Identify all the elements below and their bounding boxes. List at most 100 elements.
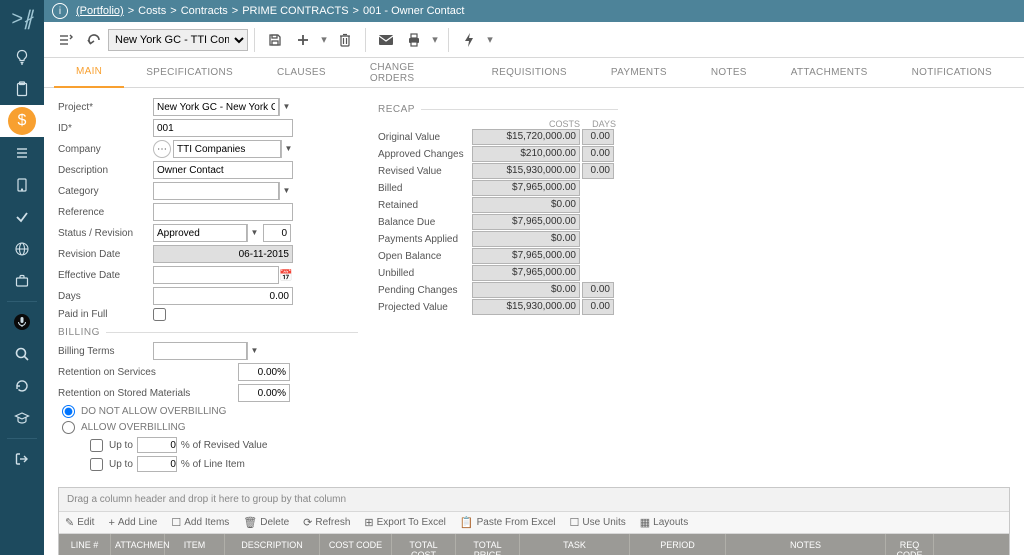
col-period[interactable]: PERIOD — [630, 534, 726, 555]
print-dropdown-icon[interactable]: ▾ — [428, 27, 442, 53]
company-lookup-icon[interactable]: ⋯ — [153, 140, 171, 158]
col-totalcost[interactable]: TOTAL COST — [392, 534, 456, 555]
grid-delete-button[interactable]: 🗑Delete — [243, 516, 289, 529]
no-overbill-radio[interactable] — [62, 405, 75, 418]
col-costcode[interactable]: COST CODE — [320, 534, 392, 555]
undo-icon[interactable] — [80, 27, 108, 53]
print-icon[interactable] — [400, 27, 428, 53]
nav-check-icon[interactable] — [0, 201, 44, 233]
retserv-field[interactable] — [238, 363, 290, 381]
retmat-field[interactable] — [238, 384, 290, 402]
nav-globe-icon[interactable] — [0, 233, 44, 265]
grid-edit-button[interactable]: ✎Edit — [65, 516, 94, 529]
col-reqcode[interactable]: REQ CODE — [886, 534, 934, 555]
nav-costs-icon[interactable]: $ — [0, 105, 44, 137]
id-field[interactable] — [153, 119, 293, 137]
retserv-label: Retention on Services — [58, 367, 238, 378]
line-items-grid: Drag a column header and drop it here to… — [58, 487, 1010, 555]
breadcrumb-part[interactable]: 001 - Owner Contact — [363, 5, 465, 17]
tab-notes[interactable]: NOTES — [689, 58, 769, 88]
info-icon[interactable]: i — [52, 3, 68, 19]
nav-history-icon[interactable] — [0, 370, 44, 402]
nav-search-icon[interactable] — [0, 338, 44, 370]
col-item[interactable]: ITEM — [165, 534, 225, 555]
category-dropdown-icon[interactable]: ▼ — [279, 182, 293, 200]
reference-field[interactable] — [153, 203, 293, 221]
nav-idea-icon[interactable] — [0, 41, 44, 73]
tab-changeorders[interactable]: CHANGE ORDERS — [348, 58, 470, 88]
allow-overbill-radio[interactable] — [62, 421, 75, 434]
col-attachment[interactable]: ATTACHMEN — [111, 534, 165, 555]
grid-useunits-button[interactable]: ☐Use Units — [570, 516, 626, 529]
upto1-checkbox[interactable] — [90, 439, 103, 452]
breadcrumb-part[interactable]: PRIME CONTRACTS — [242, 5, 348, 17]
grid-layouts-button[interactable]: ▦Layouts — [640, 516, 688, 529]
status-field[interactable] — [153, 224, 247, 242]
tab-requisitions[interactable]: REQUISITIONS — [470, 58, 589, 88]
allow-overbill-label: ALLOW OVERBILLING — [81, 422, 185, 433]
company-dropdown-icon[interactable]: ▼ — [281, 140, 295, 158]
category-field[interactable] — [153, 182, 279, 200]
nav-education-icon[interactable] — [0, 402, 44, 434]
project-dropdown-icon[interactable]: ▼ — [279, 98, 293, 116]
breadcrumb-part[interactable]: Contracts — [181, 5, 228, 17]
calendar-icon[interactable]: 📅 — [279, 269, 293, 282]
nav-logout-icon[interactable] — [0, 443, 44, 475]
company-field[interactable] — [173, 140, 281, 158]
breadcrumb-bar: i (Portfolio) >Costs >Contracts >PRIME C… — [44, 0, 1024, 22]
description-field[interactable] — [153, 161, 293, 179]
toggle-tree-icon[interactable] — [52, 27, 80, 53]
grid-refresh-button[interactable]: ⟳Refresh — [303, 516, 350, 529]
save-icon[interactable] — [261, 27, 289, 53]
nav-list-icon[interactable] — [0, 137, 44, 169]
tab-clauses[interactable]: CLAUSES — [255, 58, 348, 88]
bolt-icon[interactable] — [455, 27, 483, 53]
tab-notifications[interactable]: NOTIFICATIONS — [890, 58, 1014, 88]
col-line[interactable]: LINE # — [59, 534, 111, 555]
col-task[interactable]: TASK — [520, 534, 630, 555]
add-dropdown-icon[interactable]: ▾ — [317, 27, 331, 53]
billingterms-field[interactable] — [153, 342, 247, 360]
breadcrumb-part[interactable]: Costs — [138, 5, 166, 17]
effdate-field[interactable] — [153, 266, 279, 284]
tab-attachments[interactable]: ATTACHMENTS — [769, 58, 890, 88]
delete-icon[interactable] — [331, 27, 359, 53]
left-sidebar: >∦ $ — [0, 0, 44, 555]
revision-field[interactable] — [263, 224, 291, 242]
mail-icon[interactable] — [372, 27, 400, 53]
col-description[interactable]: DESCRIPTION — [225, 534, 320, 555]
paidfull-checkbox[interactable] — [153, 308, 166, 321]
upto1-field[interactable] — [137, 437, 177, 453]
id-label: ID* — [58, 123, 153, 134]
grid-paste-button[interactable]: 📋Paste From Excel — [460, 516, 556, 529]
project-field[interactable] — [153, 98, 279, 116]
upto2-field[interactable] — [137, 456, 177, 472]
billingterms-dropdown-icon[interactable]: ▼ — [247, 342, 261, 360]
col-notes[interactable]: NOTES — [726, 534, 886, 555]
nav-briefcase-icon[interactable] — [0, 265, 44, 297]
revdate-label: Revision Date — [58, 249, 153, 260]
grid-additems-button[interactable]: ☐Add Items — [171, 516, 229, 529]
grid-addline-button[interactable]: +Add Line — [108, 516, 157, 529]
tab-specifications[interactable]: SPECIFICATIONS — [124, 58, 255, 88]
add-icon[interactable] — [289, 27, 317, 53]
nav-tablet-icon[interactable] — [0, 169, 44, 201]
tab-main[interactable]: MAIN — [54, 58, 124, 88]
description-label: Description — [58, 165, 153, 176]
grid-group-bar[interactable]: Drag a column header and drop it here to… — [59, 488, 1009, 512]
tab-payments[interactable]: PAYMENTS — [589, 58, 689, 88]
recap-days-header: DAYS — [580, 119, 616, 129]
grid-export-button[interactable]: ⊞Export To Excel — [364, 516, 446, 529]
days-field[interactable] — [153, 287, 293, 305]
context-selector[interactable]: New York GC - TTI Companies - 001 — [108, 29, 248, 51]
upto2-checkbox[interactable] — [90, 458, 103, 471]
nav-mic-icon[interactable] — [0, 306, 44, 338]
category-label: Category — [58, 186, 153, 197]
recap-costs-header: COSTS — [470, 119, 580, 129]
revdate-field — [153, 245, 293, 263]
col-totalprice[interactable]: TOTAL PRICE — [456, 534, 520, 555]
nav-clipboard-icon[interactable] — [0, 73, 44, 105]
status-dropdown-icon[interactable]: ▼ — [247, 224, 261, 242]
bolt-dropdown-icon[interactable]: ▾ — [483, 27, 497, 53]
breadcrumb-root[interactable]: (Portfolio) — [76, 5, 124, 17]
